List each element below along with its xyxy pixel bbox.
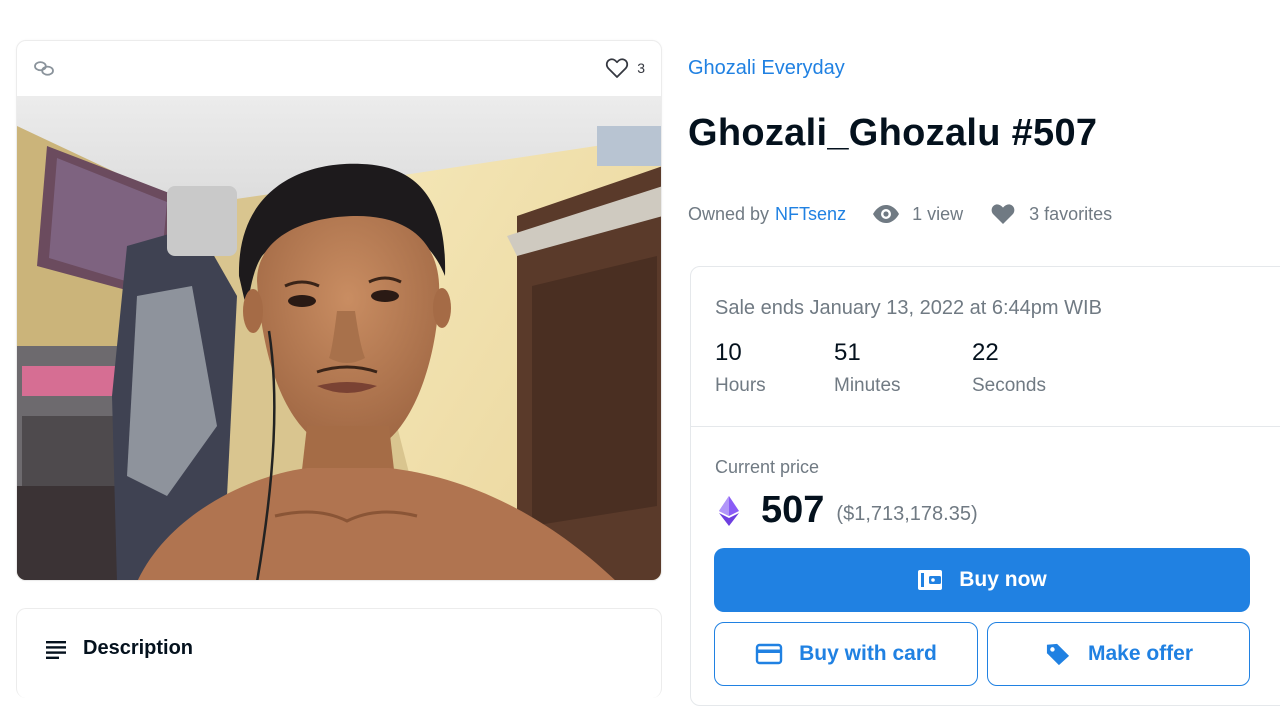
buy-with-card-button[interactable]: Buy with card: [714, 622, 978, 686]
buy-now-label: Buy now: [959, 568, 1047, 591]
wallet-icon: [918, 570, 943, 590]
view-count: 1 view: [872, 202, 963, 226]
asset-image[interactable]: [17, 96, 662, 581]
item-title: Ghozali_Ghozalu #507: [688, 112, 1098, 154]
trade-actions: Buy now Buy with card Make offer: [690, 266, 1280, 706]
description-panel[interactable]: Description: [16, 608, 662, 698]
make-offer-label: Make offer: [1087, 642, 1194, 665]
description-lines-icon: [46, 640, 66, 659]
buy-with-card-label: Buy with card: [799, 642, 937, 665]
media-card-header: 3: [17, 41, 661, 96]
owned-by-label: Owned by: [688, 203, 770, 224]
credit-card-icon: [755, 643, 783, 665]
owner-link[interactable]: NFTsenz: [775, 204, 846, 225]
make-offer-button[interactable]: Make offer: [987, 622, 1250, 686]
favorites-count-text: 3 favorites: [1029, 203, 1113, 224]
item-meta-row: Owned by NFTsenz 1 view 3 favorites: [688, 202, 1112, 226]
favorite-count: 3: [637, 60, 645, 76]
view-count-text: 1 view: [912, 203, 964, 224]
collection-link[interactable]: Ghozali Everyday: [688, 57, 845, 80]
tag-icon: [1046, 643, 1070, 666]
description-header[interactable]: Description: [45, 637, 193, 660]
heart-outline-icon: [606, 58, 629, 78]
buy-now-button[interactable]: Buy now: [714, 548, 1250, 612]
favorites-count: 3 favorites: [989, 202, 1112, 226]
asset-media-card: 3: [16, 40, 662, 581]
eye-icon: [873, 205, 900, 223]
description-label: Description: [83, 637, 194, 659]
favorite-button[interactable]: 3: [605, 57, 645, 79]
link-icon[interactable]: [33, 59, 55, 77]
heart-filled-icon: [991, 204, 1015, 224]
